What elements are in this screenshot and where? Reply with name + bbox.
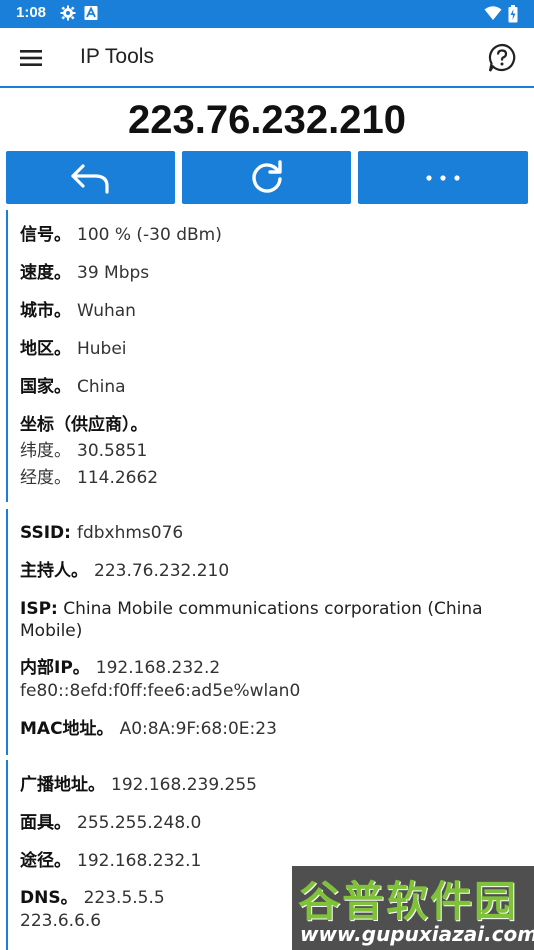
dns-value: 223.5.5.5	[83, 888, 165, 908]
speed-label: 速度。	[20, 263, 71, 283]
host-label: 主持人。	[20, 561, 88, 581]
dns-row: DNS。 223.5.5.5	[20, 887, 165, 909]
internal-ip-value: 192.168.232.2	[95, 658, 221, 678]
status-time: 1:08	[16, 4, 47, 21]
help-circle-icon	[488, 43, 516, 72]
host-row: 主持人。 223.76.232.210	[20, 560, 229, 582]
wifi-icon	[484, 5, 502, 25]
broadcast-label: 广播地址。	[20, 775, 105, 795]
longitude-label: 经度。	[20, 468, 71, 488]
dns-secondary-value: 223.6.6.6	[20, 911, 102, 931]
gear-icon	[60, 5, 76, 25]
country-value: China	[77, 377, 126, 397]
mac-label: MAC地址。	[20, 719, 114, 739]
app-title: IP Tools	[80, 45, 154, 68]
back-button[interactable]	[6, 151, 175, 204]
region-value: Hubei	[77, 339, 127, 359]
dns-secondary-row: 223.6.6.6	[20, 910, 101, 932]
network-section: SSID: fdbxhms076 主持人。 223.76.232.210 ISP: …	[6, 509, 526, 755]
country-row: 国家。 China	[20, 376, 126, 398]
mac-row: MAC地址。 A0:8A:9F:68:0E:23	[20, 718, 277, 740]
internal-ip-row: 内部IP。 192.168.232.2	[20, 657, 220, 679]
mask-row: 面具。 255.255.248.0	[20, 812, 201, 834]
isp-value: China Mobile communications corporation …	[20, 599, 483, 641]
mask-label: 面具。	[20, 813, 71, 833]
refresh-button[interactable]	[182, 151, 351, 204]
coords-label: 坐标（供应商）。	[20, 415, 148, 435]
app-bar: IP Tools	[0, 28, 534, 88]
more-horizontal-icon	[426, 174, 460, 181]
gateway-label: 途径。	[20, 851, 71, 871]
region-label: 地区。	[20, 339, 71, 359]
mac-value: A0:8A:9F:68:0E:23	[119, 719, 277, 739]
broadcast-value: 192.168.239.255	[111, 775, 258, 795]
city-label: 城市。	[20, 301, 71, 321]
coords-heading: 坐标（供应商）。	[20, 414, 148, 436]
country-label: 国家。	[20, 377, 71, 397]
back-arrow-icon	[70, 163, 109, 194]
menu-button[interactable]	[14, 44, 48, 72]
dns-label: DNS。	[20, 888, 78, 908]
signal-label: 信号。	[20, 225, 71, 245]
city-value: Wuhan	[77, 301, 136, 321]
watermark: 谷普软件园 www.gupuxiazai.com	[292, 866, 534, 950]
ssid-row: SSID: fdbxhms076	[20, 522, 183, 544]
latitude-label: 纬度。	[20, 441, 71, 461]
signal-value: 100 % (-30 dBm)	[77, 225, 222, 245]
speed-row: 速度。 39 Mbps	[20, 262, 149, 284]
battery-icon	[508, 5, 518, 27]
broadcast-row: 广播地址。 192.168.239.255	[20, 774, 257, 796]
longitude-row: 经度。 114.2662	[20, 467, 158, 489]
status-bar: 1:08	[0, 0, 534, 28]
watermark-url: www.gupuxiazai.com	[300, 922, 534, 946]
latitude-row: 纬度。 30.5851	[20, 440, 147, 462]
region-row: 地区。 Hubei	[20, 338, 127, 360]
ipv6-row: fe80::8efd:f0ff:fee6:ad5e%wlan0	[20, 680, 300, 702]
more-button[interactable]	[358, 151, 528, 204]
ipv6-value: fe80::8efd:f0ff:fee6:ad5e%wlan0	[20, 681, 301, 701]
ip-address-heading: 223.76.232.210	[127, 98, 407, 142]
city-row: 城市。 Wuhan	[20, 300, 136, 322]
gateway-value: 192.168.232.1	[77, 851, 202, 871]
signal-row: 信号。 100 % (-30 dBm)	[20, 224, 222, 246]
refresh-icon	[251, 159, 282, 193]
mask-value: 255.255.248.0	[77, 813, 202, 833]
internal-ip-label: 内部IP。	[20, 658, 90, 678]
help-button[interactable]	[486, 42, 518, 74]
isp-row: ISP: China Mobile communications corpora…	[20, 598, 520, 642]
host-value: 223.76.232.210	[94, 561, 230, 581]
ssid-value: fdbxhms076	[76, 523, 184, 543]
action-bar	[6, 151, 528, 204]
longitude-value: 114.2662	[77, 468, 159, 488]
speed-value: 39 Mbps	[77, 263, 150, 283]
location-section: 信号。 100 % (-30 dBm) 速度。 39 Mbps 城市。 Wuhan 地…	[6, 210, 526, 502]
a-icon	[84, 5, 98, 25]
isp-label: ISP:	[20, 599, 58, 619]
hamburger-icon	[20, 50, 42, 66]
ssid-label: SSID:	[20, 523, 71, 543]
latitude-value: 30.5851	[77, 441, 148, 461]
watermark-text: 谷普软件园	[298, 877, 519, 926]
gateway-row: 途径。 192.168.232.1	[20, 850, 201, 872]
